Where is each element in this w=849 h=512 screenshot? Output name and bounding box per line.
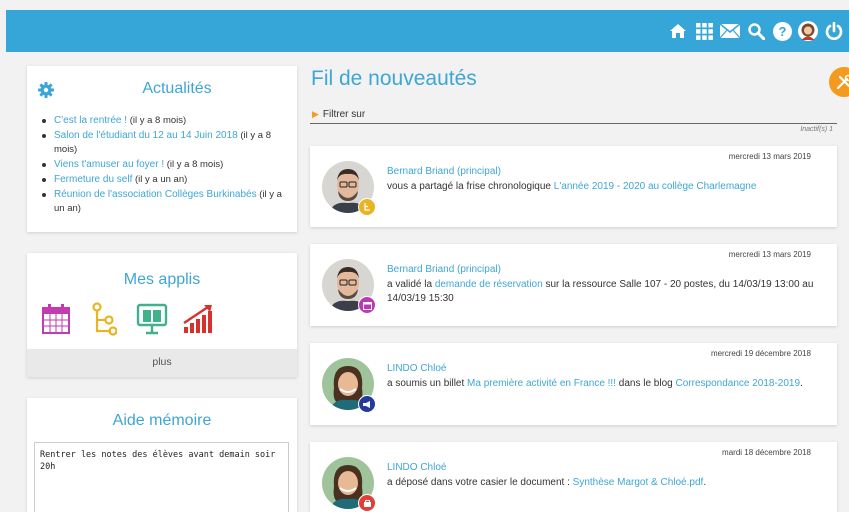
calendar-app-icon[interactable] xyxy=(37,301,75,337)
search-icon[interactable] xyxy=(743,18,769,44)
news-widget: Actualités C'est la rentrée ! (il y a 8 … xyxy=(27,66,297,232)
feed-item-date: mardi 18 décembre 2018 xyxy=(722,448,811,457)
feed-item-author[interactable]: Bernard Briand (principal) xyxy=(387,166,501,177)
memo-widget: Aide mémoire Rentrer les notes des élève… xyxy=(27,398,297,512)
feed-item-author[interactable]: LINDO Chloé xyxy=(387,462,446,473)
feed-item-text-part: a soumis un billet xyxy=(387,378,468,389)
feed-item-text-part: a déposé dans votre casier le document : xyxy=(387,477,573,488)
statistics-app-icon[interactable] xyxy=(181,301,219,337)
svg-text:?: ? xyxy=(778,24,786,39)
page-title: Fil de nouveautés xyxy=(311,67,477,90)
news-item: Fermeture du self (il y a un an) xyxy=(41,173,287,187)
mail-icon[interactable] xyxy=(717,18,743,44)
feed-item: mercredi 13 mars 2019 Bernard Briand (pr… xyxy=(310,146,837,227)
feed-item: mercredi 19 décembre 2018 LINDO Chloé a … xyxy=(310,343,837,425)
feed-item-text: a soumis un billet Ma première activité … xyxy=(387,377,817,391)
timeline-app-icon[interactable] xyxy=(85,301,123,337)
feed-item-author[interactable]: LINDO Chloé xyxy=(387,363,446,374)
caret-right-icon: ▶ xyxy=(312,109,319,119)
feed-item-text-part: dans le blog xyxy=(616,378,676,389)
user-avatar[interactable] xyxy=(795,18,821,44)
news-item: C'est la rentrée ! (il y a 8 mois) xyxy=(41,114,287,128)
apps-icon-row xyxy=(37,301,229,337)
filter-toggle[interactable]: ▶ Filtrer sur xyxy=(312,109,365,120)
news-item-link[interactable]: C'est la rentrée ! xyxy=(54,115,127,126)
memo-widget-title: Aide mémoire xyxy=(112,412,212,429)
news-item-age: (il y a un an) xyxy=(132,174,188,185)
feed-item-author[interactable]: Bernard Briand (principal) xyxy=(387,264,501,275)
news-item: Viens t'amuser au foyer ! (il y a 8 mois… xyxy=(41,158,287,172)
feed-item-text-part: a validé la xyxy=(387,279,435,290)
help-icon[interactable]: ? xyxy=(769,18,795,44)
news-widget-header: Actualités xyxy=(27,66,297,110)
news-list: C'est la rentrée ! (il y a 8 mois) Salon… xyxy=(27,110,297,216)
news-item-age: (il y a 8 mois) xyxy=(164,159,224,170)
collaborative-wall-app-icon[interactable] xyxy=(133,301,171,337)
news-widget-title: Actualités xyxy=(142,80,212,97)
feed-item-link[interactable]: L'année 2019 - 2020 au collège Charlemag… xyxy=(554,181,757,192)
news-item: Salon de l'étudiant du 12 au 14 Juin 201… xyxy=(41,129,287,157)
top-navigation-bar: ? xyxy=(6,10,849,52)
home-icon[interactable] xyxy=(665,18,691,44)
more-apps-button[interactable]: plus xyxy=(27,349,297,377)
feed-item-text: a validé la demande de réservation sur l… xyxy=(387,278,817,306)
memo-textarea[interactable]: Rentrer les notes des élèves avant demai… xyxy=(34,442,289,512)
feed-item-link[interactable]: Ma première activité en France !!! xyxy=(467,378,616,389)
feed-item: mardi 18 décembre 2018 LINDO Chloé a dép… xyxy=(310,442,837,512)
news-item-link[interactable]: Fermeture du self xyxy=(54,174,132,185)
news-item: Réunion de l'association Collèges Burkin… xyxy=(41,188,287,216)
feed-item-text-part: vous a partagé la frise chronologique xyxy=(387,181,554,192)
news-item-link[interactable]: Viens t'amuser au foyer ! xyxy=(54,159,164,170)
calendar-badge-icon xyxy=(358,296,376,314)
apps-widget: Mes applis plus xyxy=(27,253,297,377)
mailbox-badge-icon xyxy=(358,494,376,512)
blog-badge-icon xyxy=(358,395,376,413)
timeline-badge-icon xyxy=(358,198,376,216)
apps-grid-icon[interactable] xyxy=(691,18,717,44)
feed-item-text: a déposé dans votre casier le document :… xyxy=(387,476,817,490)
feed-item-link[interactable]: Synthèse Margot & Chloé.pdf xyxy=(573,477,704,488)
news-item-link[interactable]: Réunion de l'association Collèges Burkin… xyxy=(54,189,257,200)
feed-item-link[interactable]: Correspondance 2018-2019 xyxy=(676,378,801,389)
news-item-age: (il y a 8 mois) xyxy=(127,115,187,126)
feed-item-text: vous a partagé la frise chronologique L'… xyxy=(387,180,817,194)
feed-item-date: mercredi 13 mars 2019 xyxy=(728,152,811,161)
tools-button[interactable] xyxy=(829,67,849,97)
power-icon[interactable] xyxy=(821,18,847,44)
tools-icon xyxy=(836,74,849,90)
filter-label: Filtrer sur xyxy=(322,109,366,120)
feed-item-text-part: . xyxy=(703,477,707,488)
apps-widget-title: Mes applis xyxy=(123,271,201,288)
feed-item-link[interactable]: demande de réservation xyxy=(435,279,543,290)
feed-item-text-part: . xyxy=(800,378,803,389)
news-item-link[interactable]: Salon de l'étudiant du 12 au 14 Juin 201… xyxy=(54,130,238,141)
feed-item-date: mercredi 13 mars 2019 xyxy=(728,250,811,259)
filter-divider xyxy=(310,123,837,124)
feed-item-date: mercredi 19 décembre 2018 xyxy=(710,349,811,358)
feed-item: mercredi 13 mars 2019 Bernard Briand (pr… xyxy=(310,244,837,326)
inactive-count: Inactif(s) 1 xyxy=(800,126,833,133)
